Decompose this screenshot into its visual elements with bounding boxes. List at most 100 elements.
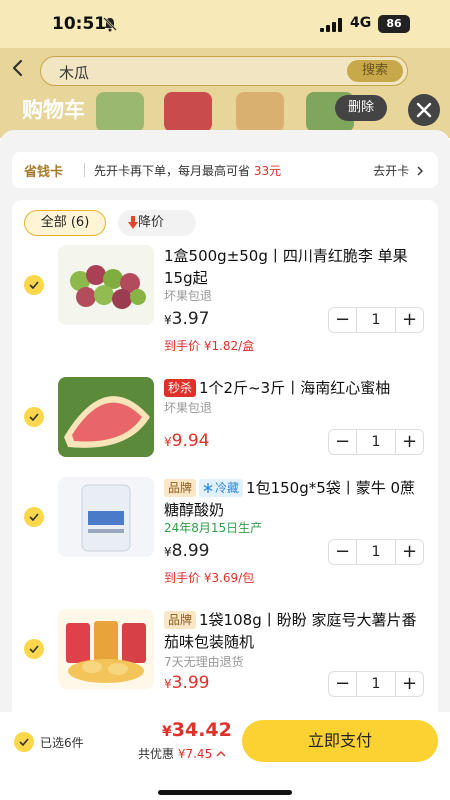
plus-icon[interactable]: + — [395, 430, 423, 454]
chevron-up-icon — [216, 751, 226, 757]
product-title-text: 1袋108g丨盼盼 家庭号大薯片番茄味包装随机 — [164, 611, 417, 651]
product-title-text: 1个2斤~3斤丨海南红心蜜柚 — [199, 379, 391, 397]
product-price: ¥3.99 — [164, 673, 210, 693]
checkmark-icon — [29, 281, 39, 289]
open-card-link[interactable]: 去开卡 — [373, 162, 424, 179]
product-note: 坏果包退 — [164, 289, 213, 303]
bell-off-icon — [103, 17, 117, 32]
save-card-text: 先开卡再下单，每月最高可省 33元 — [94, 162, 281, 179]
plus-icon[interactable]: + — [395, 672, 423, 696]
divider — [84, 163, 85, 177]
product-price: ¥8.99 — [164, 541, 210, 561]
search-input[interactable]: 木瓜 — [59, 62, 89, 83]
save-card-label: 省钱卡 — [24, 165, 64, 180]
seckill-tag: 秒杀 — [164, 379, 197, 397]
checkmark-icon — [19, 738, 29, 746]
discount-label: 共优惠 — [138, 747, 175, 761]
final-price: 到手价 ¥3.69/包 — [164, 571, 255, 585]
currency: ¥ — [162, 724, 172, 740]
pomelo-image — [58, 377, 154, 457]
price-value: 3.99 — [171, 673, 210, 693]
item-checkbox[interactable] — [24, 407, 44, 427]
product-image[interactable] — [58, 245, 154, 325]
cart-item: 品牌 1袋108g丨盼盼 家庭号大薯片番茄味包装随机 7天无理由退货 ¥3.99 … — [12, 609, 438, 709]
search-header: 木瓜 搜索 — [0, 48, 450, 138]
final-price: 到手价 ¥1.82/盒 — [164, 339, 255, 353]
selected-count[interactable]: 已选6件 — [40, 734, 84, 751]
brand-tag: 品牌 — [164, 611, 197, 629]
product-title[interactable]: 秒杀 1个2斤~3斤丨海南红心蜜柚 — [164, 377, 429, 399]
product-title[interactable]: 1盒500g±50g丨四川青红脆李 单果15g起 — [164, 245, 429, 289]
checkout-bar: 已选6件 ¥34.42 共优惠 ¥7.45 立即支付 — [0, 712, 450, 800]
product-price: ¥3.97 — [164, 309, 210, 329]
product-thumb — [164, 92, 212, 132]
item-checkbox[interactable] — [24, 639, 44, 659]
back-arrow-icon[interactable] — [8, 58, 28, 78]
tab-all[interactable]: 全部 (6) — [24, 210, 106, 236]
save-card-desc: 先开卡再下单，每月最高可省 — [94, 164, 251, 178]
tab-price-drop-label: 降价 — [138, 215, 165, 230]
plums-image — [70, 265, 146, 309]
price-value: 9.94 — [171, 431, 210, 451]
quantity-stepper: − 1 + — [328, 539, 424, 565]
item-checkbox[interactable] — [24, 275, 44, 295]
cart-sheet: 省钱卡 先开卡再下单，每月最高可省 33元 去开卡 全部 (6) 降价 1盒50… — [0, 130, 450, 800]
open-card-text: 去开卡 — [373, 164, 410, 178]
discount-summary[interactable]: 共优惠 ¥7.45 — [138, 745, 226, 762]
plus-icon[interactable]: + — [395, 308, 423, 332]
battery-indicator: 86 — [378, 15, 410, 33]
select-all-checkbox[interactable] — [14, 732, 34, 752]
status-time: 10:51 — [52, 14, 107, 34]
close-button[interactable] — [408, 94, 440, 126]
chips-image — [66, 621, 146, 683]
currency: ¥ — [164, 313, 172, 327]
product-title[interactable]: 品牌 1袋108g丨盼盼 家庭号大薯片番茄味包装随机 — [164, 609, 429, 653]
cart-item: 1盒500g±50g丨四川青红脆李 单果15g起 坏果包退 ¥3.97 到手价 … — [12, 245, 438, 365]
close-icon — [416, 102, 432, 118]
quantity-value[interactable]: 1 — [357, 430, 395, 454]
delete-button[interactable]: 删除 — [335, 95, 387, 121]
product-image[interactable] — [58, 377, 154, 457]
discount-amount: ¥7.45 — [177, 747, 213, 761]
cart-title: 购物车 — [22, 98, 85, 122]
product-thumb — [236, 92, 284, 132]
currency: ¥ — [164, 677, 172, 691]
minus-icon[interactable]: − — [329, 672, 357, 696]
search-box[interactable]: 木瓜 搜索 — [40, 56, 408, 86]
total-price: ¥34.42 — [162, 719, 232, 741]
brand-tag: 品牌 — [164, 479, 197, 497]
yogurt-image — [81, 484, 131, 552]
quantity-value[interactable]: 1 — [357, 540, 395, 564]
quantity-stepper: − 1 + — [328, 429, 424, 455]
product-image[interactable] — [58, 477, 154, 557]
signal-icon — [320, 18, 342, 32]
home-indicator — [158, 790, 292, 795]
arrow-down-icon — [128, 216, 138, 229]
tab-price-drop[interactable]: 降价 — [118, 210, 196, 236]
product-note: 坏果包退 — [164, 401, 213, 415]
plus-icon[interactable]: + — [395, 540, 423, 564]
network-type: 4G — [350, 15, 372, 31]
quantity-value[interactable]: 1 — [357, 308, 395, 332]
cart-item: 品牌 冷藏 1包150g*5袋丨蒙牛 0蔗糖醇酸奶 24年8月15日生产 ¥8.99… — [12, 477, 438, 597]
search-button[interactable]: 搜索 — [347, 60, 403, 82]
item-checkbox[interactable] — [24, 507, 44, 527]
minus-icon[interactable]: − — [329, 540, 357, 564]
quantity-stepper: − 1 + — [328, 307, 424, 333]
currency: ¥ — [164, 545, 172, 559]
snowflake-icon — [203, 483, 213, 493]
checkmark-icon — [29, 513, 39, 521]
minus-icon[interactable]: − — [329, 430, 357, 454]
save-card-banner[interactable]: 省钱卡 先开卡再下单，每月最高可省 33元 去开卡 — [12, 152, 438, 188]
cart-list: 全部 (6) 降价 1盒500g±50g丨四川青红脆李 单果15g起 坏果包退 … — [12, 200, 438, 720]
currency: ¥ — [164, 435, 172, 449]
cold-tag-label: 冷藏 — [215, 481, 240, 495]
pay-now-button[interactable]: 立即支付 — [242, 720, 438, 762]
minus-icon[interactable]: − — [329, 308, 357, 332]
quantity-stepper: − 1 + — [328, 671, 424, 697]
quantity-value[interactable]: 1 — [357, 672, 395, 696]
cold-tag: 冷藏 — [199, 479, 244, 497]
price-value: 3.97 — [171, 309, 210, 329]
product-image[interactable] — [58, 609, 154, 689]
product-title[interactable]: 品牌 冷藏 1包150g*5袋丨蒙牛 0蔗糖醇酸奶 — [164, 477, 429, 521]
